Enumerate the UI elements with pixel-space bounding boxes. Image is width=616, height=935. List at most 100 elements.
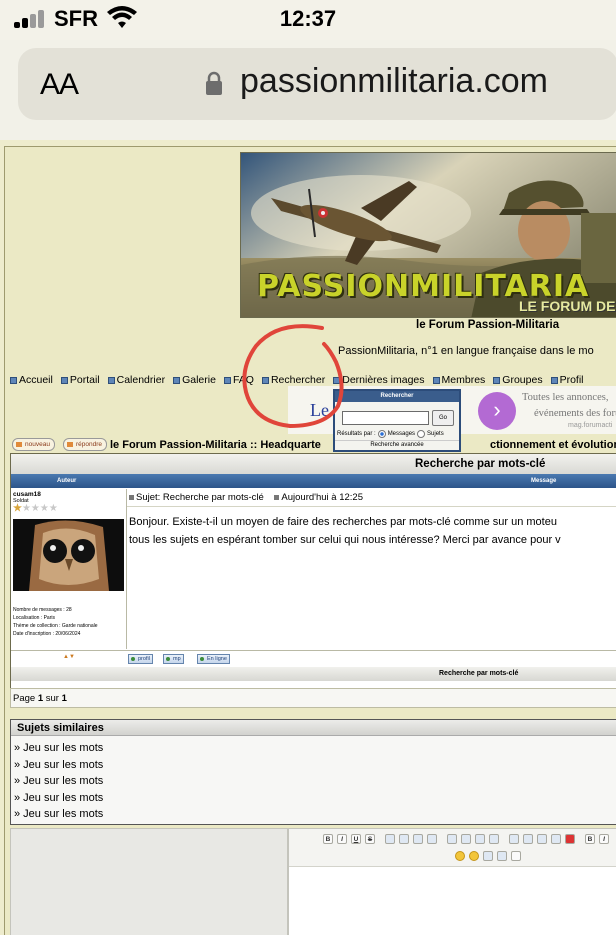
pager-of-word: sur: [45, 693, 59, 704]
youtube-icon[interactable]: [565, 834, 575, 844]
code-icon[interactable]: [461, 834, 471, 844]
table-icon[interactable]: [509, 834, 519, 844]
home-icon: [10, 376, 17, 384]
nav-profil[interactable]: Profil: [550, 374, 584, 386]
radio-messages-label: Messages: [387, 431, 416, 437]
avatar[interactable]: [13, 519, 124, 591]
radio-sujets-label: Sujets: [427, 431, 444, 437]
pager-current[interactable]: 1: [38, 693, 43, 704]
post-body: Bonjour. Existe-t-il un moyen de faire d…: [127, 507, 616, 555]
similar-topic-link[interactable]: » Jeu sur les mots: [14, 790, 616, 807]
results-by-label: Résultats par :: [337, 431, 376, 437]
justify-icon[interactable]: [427, 834, 437, 844]
calendar-insert-icon[interactable]: [483, 851, 493, 861]
members-icon: [432, 376, 440, 384]
smiley-icon[interactable]: [455, 851, 465, 861]
new-topic-button[interactable]: nouveau: [12, 438, 55, 451]
post-date: Aujourd'hui à 12:25: [281, 492, 363, 503]
similar-topics: Sujets similaires » Jeu sur les mots » J…: [10, 719, 616, 825]
column-message: Message: [531, 478, 557, 484]
owl-avatar-image: [13, 519, 124, 591]
italic-alt-button[interactable]: I: [599, 834, 609, 844]
profile-icon: [550, 376, 558, 384]
nav-portail[interactable]: Portail: [60, 374, 100, 386]
post-author-panel: cusam18 Soldat ★★★★★ Nombre de messages …: [11, 489, 127, 649]
profile-button[interactable]: profil: [128, 654, 153, 664]
nav-galerie[interactable]: Galerie: [173, 374, 216, 386]
private-message-button[interactable]: mp: [163, 654, 184, 664]
author-collection-theme: Thème de collection : Garde nationale: [13, 623, 98, 629]
video-icon[interactable]: [551, 834, 561, 844]
spoiler-icon[interactable]: [475, 834, 485, 844]
topic-title: Recherche par mots-clé: [11, 454, 616, 474]
quote-icon[interactable]: [447, 834, 457, 844]
search-input[interactable]: [342, 411, 429, 425]
reader-settings-button[interactable]: AA: [40, 68, 79, 102]
author-join-date: Date d'inscription : 20/06/2024: [13, 631, 81, 637]
author-rank-stars: ★★★★★: [13, 503, 58, 514]
post-content: Sujet: Recherche par mots-clé Aujourd'hu…: [127, 489, 616, 649]
reply-button[interactable]: répondre: [63, 438, 108, 451]
forum-banner[interactable]: PASSIONMILITARIA LE FORUM DES: [240, 152, 616, 318]
search-results-options: Résultats par : Messages Sujets: [337, 430, 444, 438]
clock-icon: [274, 495, 280, 500]
nav-groupes[interactable]: Groupes: [493, 374, 543, 386]
faq-icon: [223, 376, 231, 384]
author-name[interactable]: cusam18: [11, 489, 126, 498]
groups-icon: [493, 376, 501, 384]
post-subject: Sujet: Recherche par mots-clé: [136, 492, 264, 503]
breadcrumb-tail[interactable]: ctionnement et évolutions d: [490, 439, 616, 451]
bold-button[interactable]: B: [323, 834, 333, 844]
pager-total: 1: [61, 693, 67, 704]
web-page: PASSIONMILITARIA LE FORUM DES le Forum P…: [0, 140, 616, 935]
breadcrumb[interactable]: le Forum Passion-Militaria :: Headquarte…: [110, 439, 616, 451]
portal-icon: [60, 376, 68, 384]
advanced-search-link[interactable]: Recherche avancée: [335, 440, 459, 450]
similar-topics-title: Sujets similaires: [11, 720, 616, 736]
calendar-icon: [107, 376, 115, 384]
gallery-icon: [173, 376, 181, 384]
align-center-icon[interactable]: [399, 834, 409, 844]
url-text[interactable]: passionmilitaria.com: [240, 62, 548, 101]
link-icon[interactable]: [537, 834, 547, 844]
radio-sujets[interactable]: [417, 430, 426, 438]
strike-button[interactable]: S: [365, 834, 375, 844]
scroll-arrows-icon[interactable]: ▲▼: [63, 654, 75, 660]
topic-post-table: Recherche par mots-clé Auteur Message cu…: [10, 453, 616, 695]
nav-calendrier[interactable]: Calendrier: [107, 374, 165, 386]
italic-button[interactable]: I: [337, 834, 347, 844]
source-mode-icon[interactable]: [511, 851, 521, 861]
similar-topic-link[interactable]: » Jeu sur les mots: [14, 757, 616, 774]
nav-accueil[interactable]: Accueil: [10, 374, 53, 386]
similar-topic-link[interactable]: » Jeu sur les mots: [14, 773, 616, 790]
align-left-icon[interactable]: [385, 834, 395, 844]
radio-messages[interactable]: [377, 430, 386, 438]
column-headers: Auteur Message: [11, 474, 616, 488]
align-right-icon[interactable]: [413, 834, 423, 844]
address-bar[interactable]: AA passionmilitaria.com: [18, 48, 616, 120]
search-go-button[interactable]: Go: [432, 410, 454, 426]
image-icon[interactable]: [523, 834, 533, 844]
color-icon[interactable]: [497, 851, 507, 861]
nav-membres[interactable]: Membres: [432, 374, 485, 386]
ad-line-2: événements des forum: [534, 408, 616, 419]
lock-icon: [206, 71, 222, 95]
pagination: Page 1 sur 1: [10, 688, 616, 708]
column-author: Auteur: [57, 478, 77, 484]
post-meta: Sujet: Recherche par mots-clé Aujourd'hu…: [127, 489, 616, 507]
similar-topic-link[interactable]: » Jeu sur les mots: [14, 806, 616, 823]
similar-topic-link[interactable]: » Jeu sur les mots: [14, 740, 616, 757]
online-status-button[interactable]: En ligne: [197, 654, 230, 664]
status-bar: SFR 12:37: [0, 0, 616, 40]
post-body-line-2: tous les sujets en espérant tomber sur c…: [129, 534, 561, 546]
bold-alt-button[interactable]: B: [585, 834, 595, 844]
red-circle-annotation: [242, 324, 344, 429]
chevron-right-icon[interactable]: ›: [478, 392, 516, 430]
search-popup-header: Rechercher: [335, 391, 459, 402]
quick-reply-sidebar: [10, 828, 288, 935]
breadcrumb-path[interactable]: le Forum Passion-Militaria :: Headquarte: [110, 439, 321, 451]
underline-button[interactable]: U: [351, 834, 361, 844]
search-popup: Rechercher Go Résultats par : Messages S…: [333, 389, 461, 452]
hide-icon[interactable]: [489, 834, 499, 844]
smiley-grin-icon[interactable]: [469, 851, 479, 861]
